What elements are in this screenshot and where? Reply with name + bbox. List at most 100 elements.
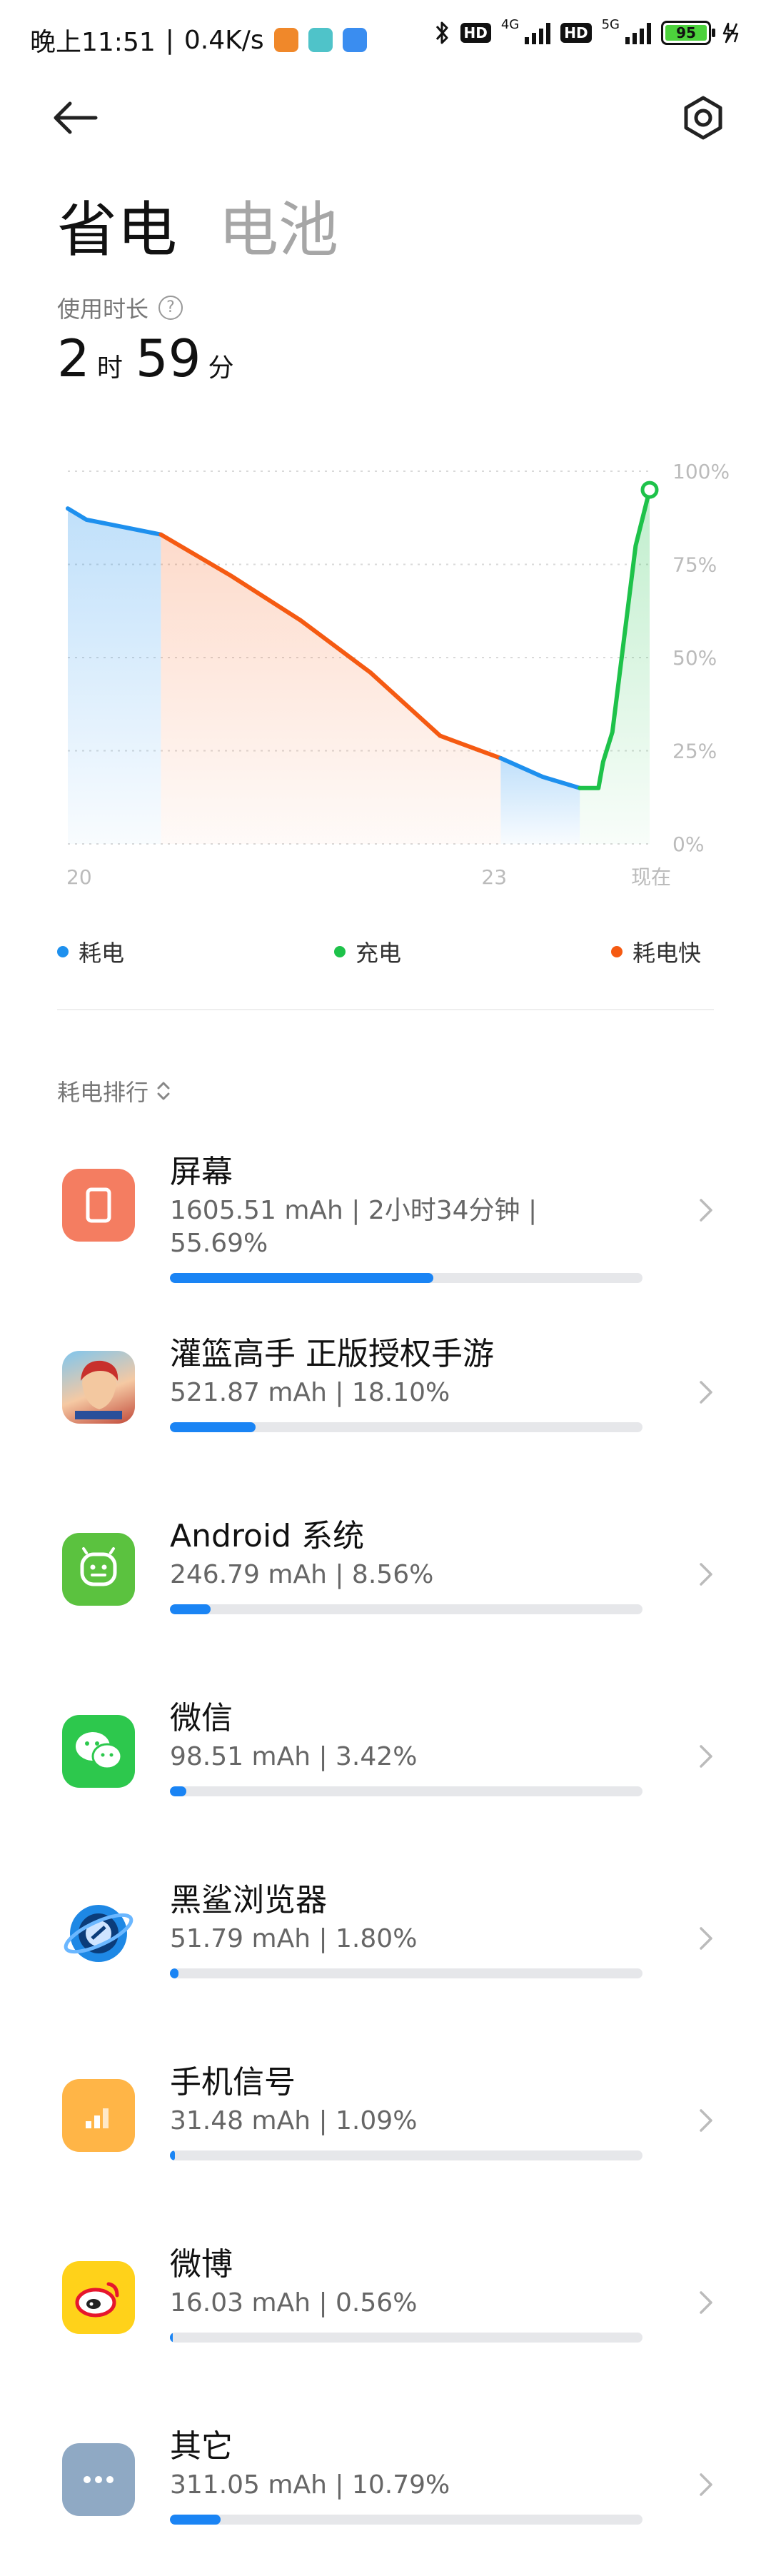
chevron-right-icon (700, 1381, 712, 1404)
legend-charge-dot (334, 946, 346, 957)
usage-bar-fill (170, 2150, 176, 2160)
app-row-weibo[interactable]: 微博 16.03 mAh | 0.56% (0, 2224, 771, 2406)
chart-x-tick: 现在 (631, 865, 671, 889)
bluetooth-icon (435, 21, 448, 44)
usage-bar-fill (170, 1422, 256, 1432)
app-row-wechat[interactable]: 微信 98.51 mAh | 3.42% (0, 1678, 771, 1860)
divider (57, 1009, 714, 1010)
android-icon (62, 1533, 135, 1606)
app-stats: 521.87 mAh | 18.10% (170, 1378, 450, 1407)
network-type: 4G (500, 16, 520, 32)
usage-bar-fill (170, 2515, 221, 2525)
chart-x-tick: 23 (481, 865, 507, 889)
signal-icon (525, 21, 551, 44)
chart-y-tick: 100% (672, 460, 730, 483)
legend-fast: 耗电快 (611, 935, 701, 968)
legend-charge: 充电 (334, 935, 401, 968)
sort-icon (157, 1082, 170, 1100)
chart-x-tick: 20 (66, 865, 92, 889)
browser-icon (62, 1897, 135, 1970)
app-row-blackshark-browser[interactable]: 黑鲨浏览器 51.79 mAh | 1.80% (0, 1860, 771, 2042)
screen-icon (62, 1169, 135, 1242)
app-name: 微信 (170, 1700, 233, 1736)
status-separator: | (165, 25, 174, 55)
app-stats: 16.03 mAh | 0.56% (170, 2288, 418, 2318)
usage-bar (170, 1273, 642, 1283)
app-stats: 246.79 mAh | 8.56% (170, 1560, 434, 1589)
tab-power-saving[interactable]: 省电 (57, 182, 177, 268)
legend-drain-label: 耗电 (79, 940, 125, 967)
usage-bar-fill (170, 1273, 433, 1283)
weibo-icon (62, 2261, 135, 2334)
app-name: Android 系统 (170, 1518, 365, 1554)
title-tabs: 省电 电池 (57, 182, 338, 268)
battery-icon: 95 (661, 21, 715, 45)
usage-bar (170, 1968, 642, 1978)
app-stats: 1605.51 mAh | 2小时34分钟 | 55.69% (170, 1196, 538, 1258)
usage-bar-fill (170, 1786, 186, 1796)
help-icon[interactable]: ? (158, 296, 183, 320)
chevron-right-icon (700, 1199, 712, 1222)
notification-app-icon (273, 28, 298, 52)
chevron-right-icon (700, 1927, 712, 1950)
usage-bar-fill (170, 2333, 173, 2343)
chart-y-tick: 50% (672, 646, 717, 670)
back-arrow-icon[interactable] (50, 96, 107, 139)
usage-minutes: 59 (135, 328, 201, 388)
app-stats: 311.05 mAh | 10.79% (170, 2470, 450, 2500)
app-row-android[interactable]: Android 系统 246.79 mAh | 8.56% (0, 1496, 771, 1678)
usage-bar (170, 2515, 642, 2525)
chevron-right-icon (700, 1563, 712, 1586)
chart-current-point (640, 481, 659, 499)
signal-icon (62, 2079, 135, 2152)
usage-duration-label: 使用时长 ? (57, 291, 183, 324)
app-name: 其它 (170, 2428, 233, 2465)
app-row-mobile-signal[interactable]: 手机信号 31.48 mAh | 1.09% (0, 2042, 771, 2224)
usage-bar (170, 1422, 642, 1432)
usage-bar (170, 1604, 642, 1614)
mail-icon (342, 28, 367, 52)
app-stats: 51.79 mAh | 1.80% (170, 1924, 418, 1953)
more-icon (62, 2443, 135, 2516)
app-row-screen[interactable]: 屏幕 1605.51 mAh | 2小时34分钟 | 55.69% (0, 1132, 771, 1314)
app-row-other[interactable]: 其它 311.05 mAh | 10.79% (0, 2406, 771, 2576)
chevron-right-icon (700, 2109, 712, 2132)
usage-bar (170, 2333, 642, 2343)
usage-bar (170, 1786, 642, 1796)
status-time: 晚上11:51 (30, 28, 156, 57)
app-name: 黑鲨浏览器 (170, 1882, 327, 1918)
chevron-right-icon (700, 2291, 712, 2314)
status-left: 晚上11:51 | 0.4K/s (30, 21, 367, 59)
app-name: 手机信号 (170, 2064, 296, 2100)
signal-icon (625, 21, 651, 44)
chart-series-area (161, 534, 501, 844)
usage-duration: 2 时 59 分 (57, 328, 246, 388)
usage-bar-fill (170, 1968, 178, 1978)
legend-drain-dot (57, 946, 69, 957)
app-name: 灌篮高手 正版授权手游 (170, 1336, 494, 1372)
hd-badge: HD (560, 23, 592, 43)
status-speed: 0.4K/s (183, 25, 264, 55)
hd-badge: HD (460, 23, 491, 43)
usage-label-text: 使用时长 (57, 296, 149, 323)
usage-bar-fill (170, 1604, 211, 1614)
gear-icon[interactable] (678, 93, 728, 143)
status-bar: 晚上11:51 | 0.4K/s HD 4G HD 5G 95 (0, 0, 771, 79)
status-right: HD 4G HD 5G 95 (435, 16, 743, 46)
slam-dunk-game-icon (62, 1351, 135, 1424)
tab-battery[interactable]: 电池 (218, 182, 338, 268)
battery-chart: 100% 75% 50% 25% 0% 20 23 现在 (0, 428, 771, 900)
wechat-icon (62, 1715, 135, 1788)
charging-icon (722, 22, 739, 44)
app-stats: 98.51 mAh | 3.42% (170, 1742, 418, 1771)
chart-y-tick: 25% (672, 740, 717, 763)
usage-bar (170, 2150, 642, 2160)
ranking-sort-toggle[interactable]: 耗电排行 (57, 1075, 171, 1107)
usage-hours: 2 (57, 328, 90, 388)
chart-series-area (68, 508, 161, 844)
app-name: 微博 (170, 2246, 233, 2283)
app-row-slam-dunk[interactable]: 灌篮高手 正版授权手游 521.87 mAh | 18.10% (0, 1314, 771, 1496)
legend-charge-label: 充电 (356, 940, 402, 967)
usage-hours-unit: 时 (96, 353, 123, 383)
chart-y-tick: 0% (672, 832, 704, 856)
